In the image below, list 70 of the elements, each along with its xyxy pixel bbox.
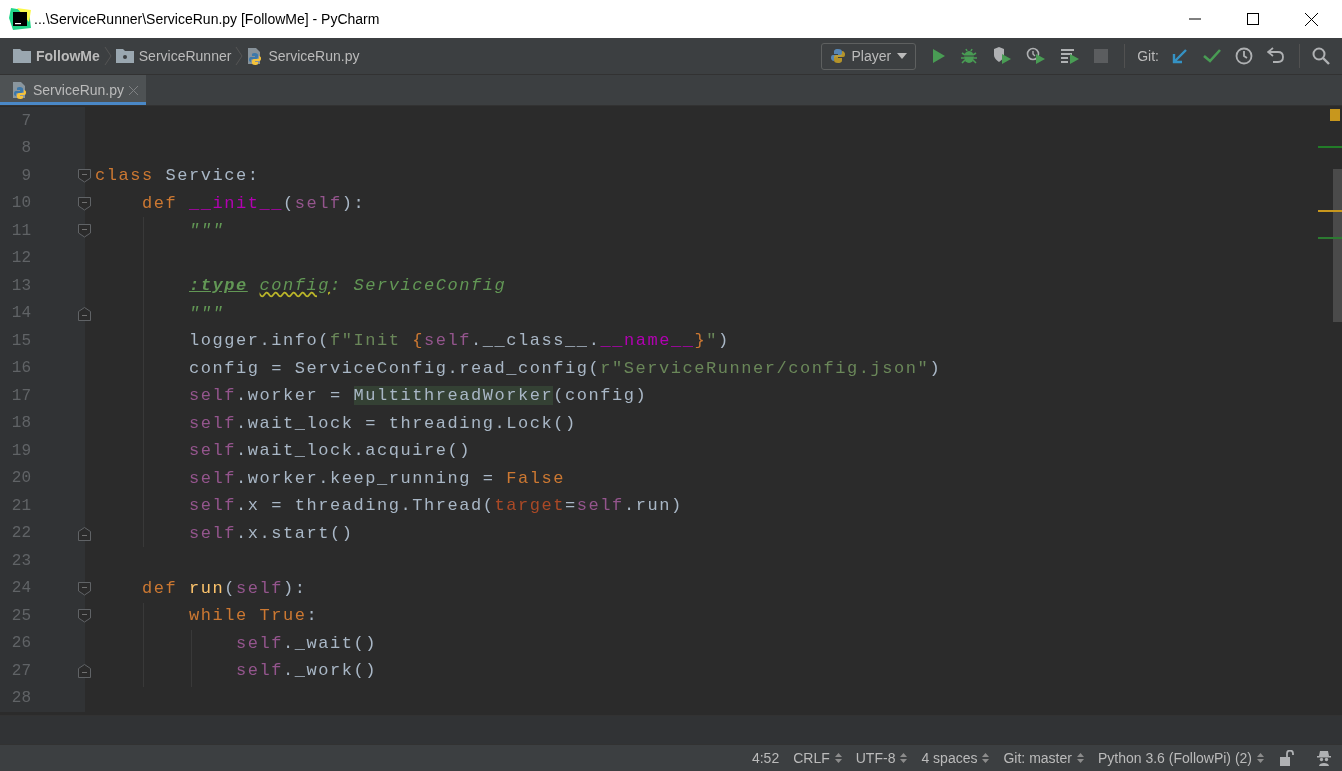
code-line: self.worker.keep_running = False	[188, 467, 566, 490]
code-line: """	[188, 302, 225, 325]
updown-arrows-icon	[1076, 752, 1084, 764]
profiler-clock-icon[interactable]	[1026, 47, 1047, 65]
fold-marker-icon[interactable]	[78, 526, 91, 541]
window-title: ...\ServiceRunner\ServiceRun.py [FollowMe] - PyCharm	[34, 9, 380, 29]
unlocked-padlock-icon[interactable]	[1280, 750, 1294, 766]
fold-marker-icon[interactable]	[78, 581, 91, 596]
caret-position[interactable]: 4:52	[751, 747, 780, 769]
close-icon[interactable]	[1304, 12, 1318, 26]
debug-bug-icon[interactable]	[960, 47, 979, 65]
change-marker	[1318, 237, 1342, 239]
app-logo-icon	[9, 8, 31, 30]
change-marker	[1318, 146, 1342, 148]
status-selector[interactable]: Python 3.6 (FollowPi) (2)	[1097, 747, 1264, 769]
python-logo-icon	[829, 48, 846, 64]
scrollbar-thumb[interactable]	[1333, 169, 1342, 322]
breadcrumb-link[interactable]: ServiceRun.py	[268, 45, 360, 67]
update-arrow-icon[interactable]	[1171, 47, 1189, 65]
code-line: def __init__(self):	[141, 192, 366, 215]
status-selector[interactable]: 4 spaces	[921, 747, 990, 769]
coverage-shield-icon[interactable]	[992, 47, 1013, 65]
status-selector[interactable]: Git: master	[1003, 747, 1084, 769]
revert-icon[interactable]	[1267, 47, 1285, 65]
editor-tab[interactable]: ServiceRun.py	[0, 75, 147, 105]
fold-marker-icon[interactable]	[78, 169, 91, 183]
code-line: self.x = threading.Thread(target=self.run)	[188, 495, 683, 517]
folder-icon	[13, 49, 31, 63]
updown-arrows-icon	[834, 752, 842, 764]
updown-arrows-icon	[1257, 752, 1264, 764]
code-line: self.wait_lock = threading.Lock()	[188, 412, 577, 435]
analysis-status-marker	[1330, 109, 1340, 121]
caret-icon	[897, 53, 908, 59]
fold-marker-icon[interactable]	[78, 664, 91, 678]
run-icon[interactable]	[932, 48, 947, 64]
code-line: :type config: ServiceConfig	[188, 275, 507, 297]
status-selector[interactable]: CRLF	[793, 747, 842, 769]
fold-marker-icon[interactable]	[78, 306, 91, 321]
code-line: def run(self):	[141, 577, 307, 600]
commit-check-icon[interactable]	[1203, 47, 1221, 65]
package-folder-icon	[115, 49, 134, 63]
git-label: Git:	[1137, 46, 1159, 66]
fold-marker-icon[interactable]	[78, 196, 91, 211]
code-line: config = ServiceConfig.read_config(r"ServiceRunner/config.json")	[188, 357, 942, 380]
code-line: self.worker = MultithreadWorker(config)	[188, 385, 648, 407]
python-file-icon	[12, 81, 28, 99]
breadcrumb-link[interactable]: ServiceRunner	[138, 45, 232, 67]
code-line: self._wait()	[235, 632, 378, 655]
inspector-hat-icon[interactable]	[1316, 750, 1332, 766]
code-line: self._work()	[235, 660, 378, 682]
code-line: self.x.start()	[188, 522, 354, 545]
python-file-icon	[247, 47, 264, 65]
search-icon[interactable]	[1312, 47, 1330, 65]
code-line: class Service:	[95, 165, 260, 187]
stop-icon[interactable]	[1094, 49, 1109, 63]
maximize-icon[interactable]	[1247, 13, 1259, 25]
code-line: self.wait_lock.acquire()	[188, 440, 472, 462]
code-line: while True:	[188, 605, 319, 627]
code-line: """	[188, 220, 225, 242]
run-configuration-dropdown[interactable]: Player	[820, 42, 917, 70]
status-selector[interactable]: UTF-8	[855, 747, 908, 769]
history-clock-icon[interactable]	[1235, 47, 1253, 65]
fold-marker-icon[interactable]	[78, 609, 91, 623]
breadcrumb-link[interactable]: FollowMe	[36, 45, 100, 67]
updown-arrows-icon	[900, 752, 908, 764]
warning-marker	[1318, 210, 1342, 212]
code-line: logger.info(f"Init {self.__class__.__name__}")	[188, 330, 730, 352]
run-list-icon[interactable]	[1060, 47, 1081, 65]
updown-arrows-icon	[982, 752, 990, 764]
fold-marker-icon[interactable]	[78, 224, 91, 238]
